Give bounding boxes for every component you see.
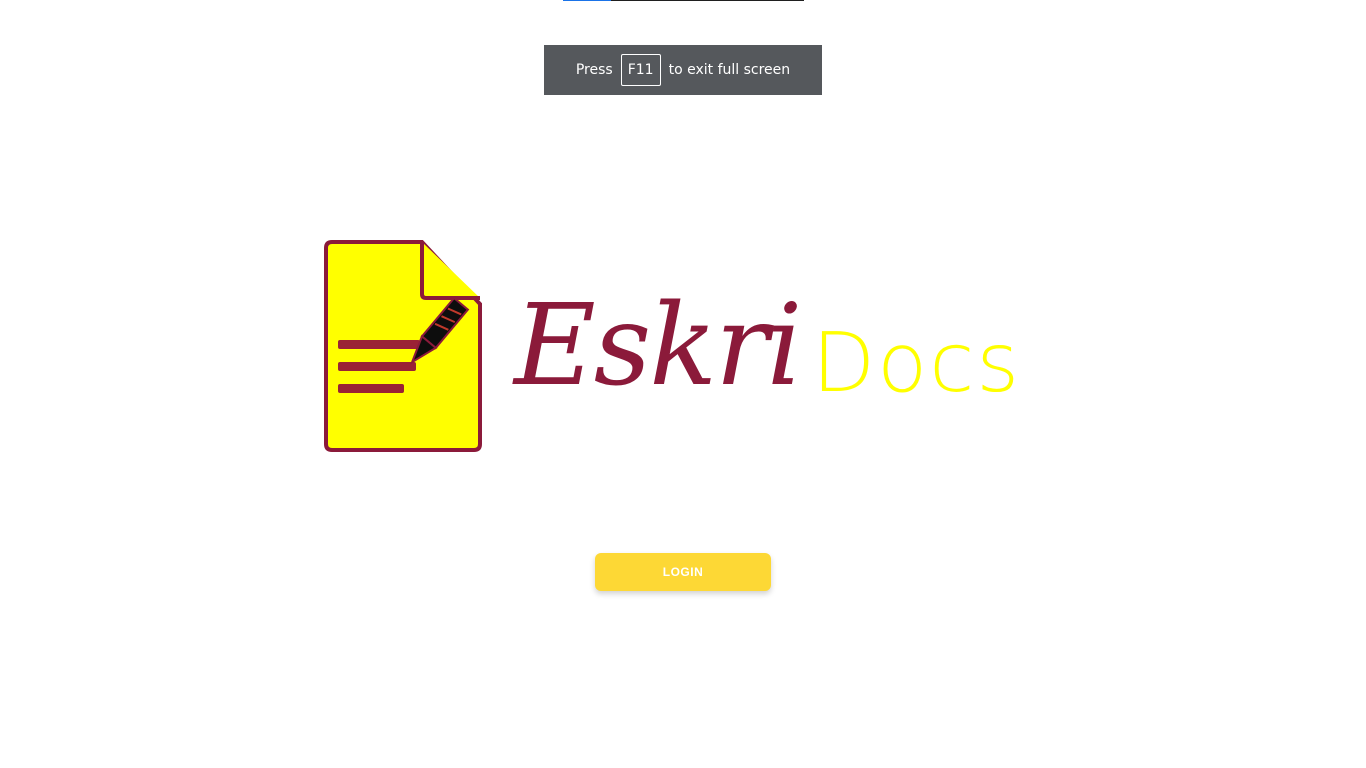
page: Press F11 to exit full screen Eskri Docs bbox=[0, 0, 1366, 768]
loading-bar bbox=[563, 0, 804, 1]
loading-bar-fill bbox=[563, 0, 612, 1]
logo-docs-text: Docs bbox=[812, 316, 1022, 411]
login-button[interactable]: LOGIN bbox=[595, 553, 771, 591]
fullscreen-notice: Press F11 to exit full screen bbox=[544, 45, 822, 95]
fullscreen-key-badge: F11 bbox=[620, 54, 661, 86]
fullscreen-notice-suffix: to exit full screen bbox=[668, 62, 791, 78]
fullscreen-notice-prefix: Press bbox=[575, 62, 613, 78]
eskri-docs-logo: Eskri Docs bbox=[322, 236, 1022, 456]
logo-script-text: Eskri bbox=[514, 281, 802, 411]
document-pen-icon bbox=[324, 240, 482, 452]
